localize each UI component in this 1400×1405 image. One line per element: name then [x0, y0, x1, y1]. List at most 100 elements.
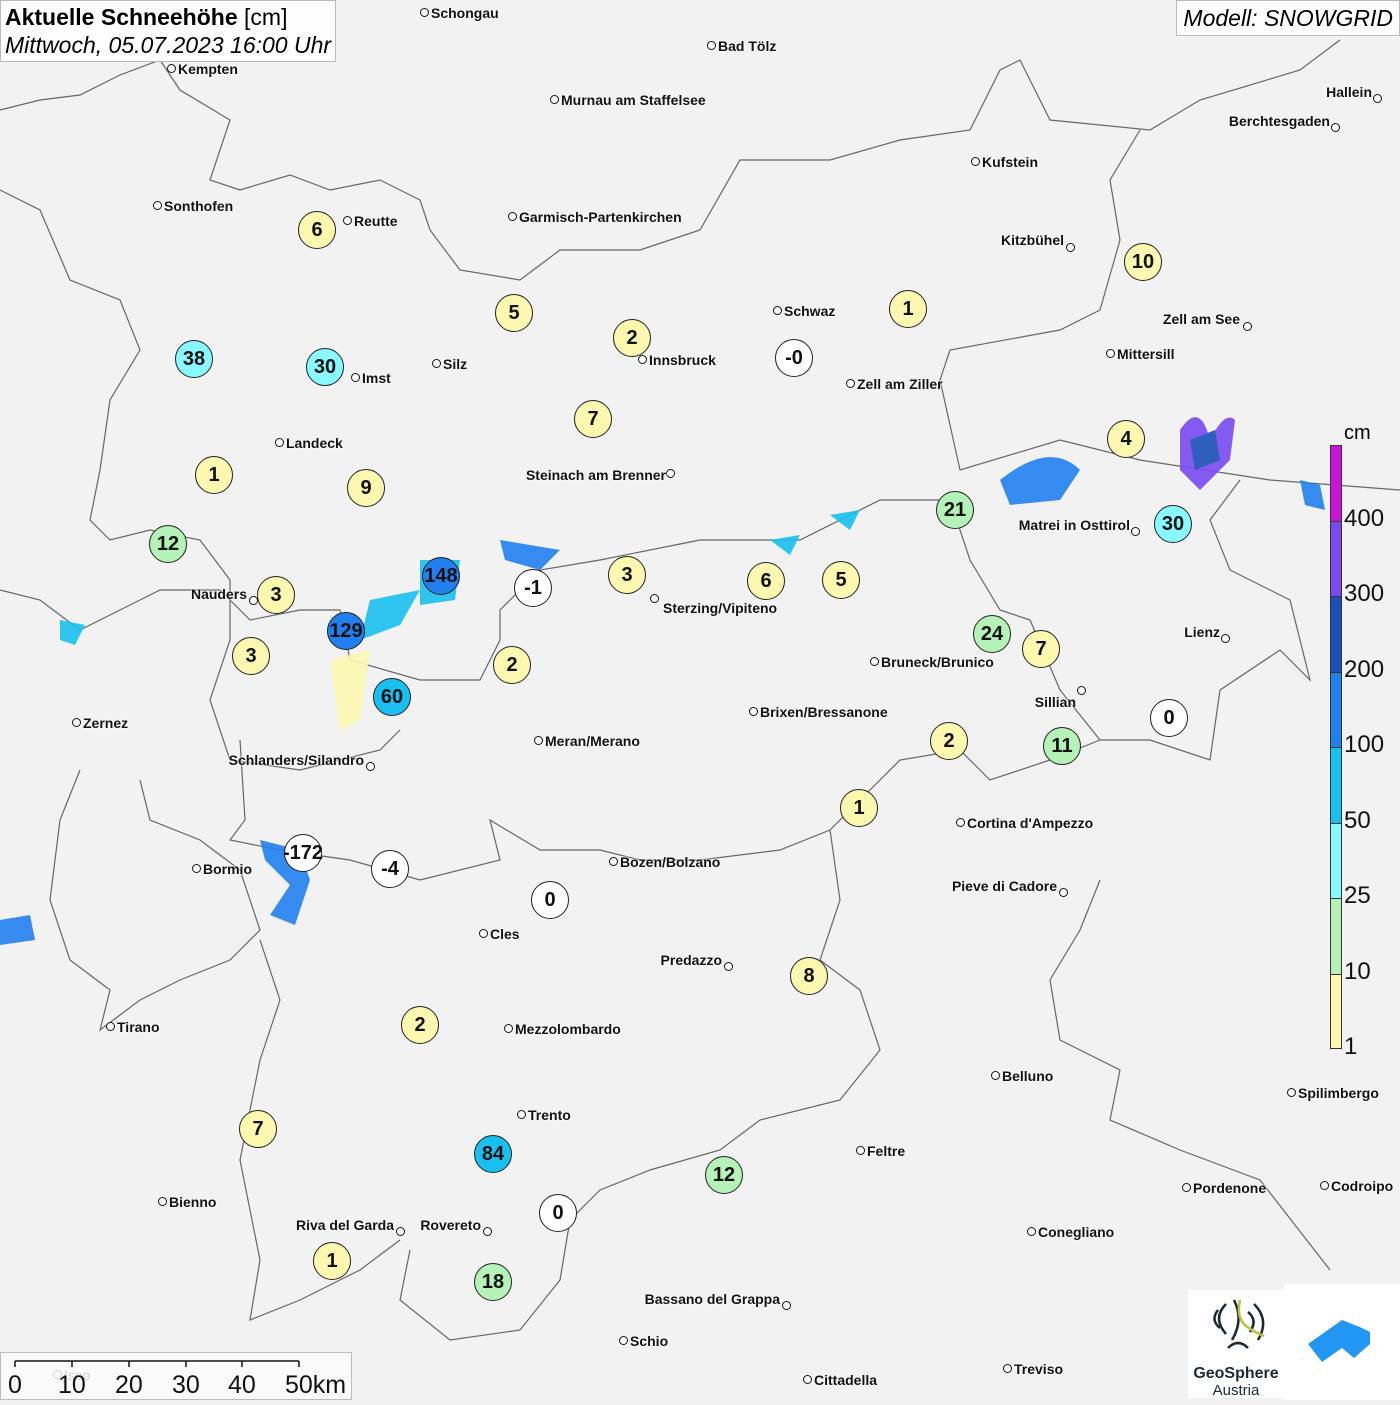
- city-label: Bad Tölz: [718, 38, 777, 54]
- city-marker-icon: [846, 379, 855, 388]
- station-marker[interactable]: 1: [313, 1242, 351, 1280]
- city-label: Tirano: [117, 1019, 160, 1035]
- city-label: Pieve di Cadore: [951, 878, 1057, 894]
- station-marker[interactable]: 0: [1150, 699, 1188, 737]
- city-label: Kempten: [178, 61, 238, 77]
- station-marker[interactable]: 24: [973, 615, 1011, 653]
- city-marker-icon: [1003, 1364, 1012, 1373]
- city-marker-icon: [638, 355, 647, 364]
- city-marker-icon: [707, 41, 716, 50]
- station-marker[interactable]: 12: [705, 1156, 743, 1194]
- legend-swatch: [1330, 520, 1342, 596]
- station-marker[interactable]: 9: [347, 469, 385, 507]
- city-label: Bormio: [203, 861, 252, 877]
- city-label: Schwaz: [784, 303, 836, 319]
- house-snow-icon: [1308, 1320, 1370, 1362]
- city-marker-icon: [609, 857, 618, 866]
- city-marker-icon: [158, 1197, 167, 1206]
- city-marker-icon: [153, 201, 162, 210]
- city-marker-icon: [1027, 1227, 1036, 1236]
- city-label: Cles: [490, 926, 520, 942]
- station-marker[interactable]: 7: [1022, 630, 1060, 668]
- station-marker[interactable]: 3: [232, 637, 270, 675]
- city-label: Garmisch-Partenkirchen: [519, 209, 682, 225]
- station-marker[interactable]: 38: [175, 340, 213, 378]
- station-marker[interactable]: -4: [371, 850, 409, 888]
- city-label: Bassano del Grappa: [644, 1291, 780, 1307]
- city-marker-icon: [534, 736, 543, 745]
- station-marker[interactable]: 5: [822, 561, 860, 599]
- station-marker[interactable]: 60: [373, 678, 411, 716]
- station-marker[interactable]: 2: [401, 1006, 439, 1044]
- station-marker[interactable]: 0: [539, 1194, 577, 1232]
- city-label: Predazzo: [660, 952, 722, 968]
- station-marker[interactable]: 8: [790, 957, 828, 995]
- city-label: Zell am See: [1162, 311, 1240, 327]
- legend-label: 300: [1344, 580, 1385, 607]
- station-marker[interactable]: 2: [930, 722, 968, 760]
- city-label: Nauders: [190, 586, 247, 602]
- station-marker[interactable]: 4: [1107, 420, 1145, 458]
- city-label: Treviso: [1014, 1361, 1064, 1377]
- city-label: Kufstein: [982, 154, 1038, 170]
- station-marker[interactable]: 3: [257, 576, 295, 614]
- station-marker[interactable]: 2: [493, 646, 531, 684]
- city-label: Matrei in Osttirol: [1018, 517, 1130, 533]
- title-text: Aktuelle Schneehöhe: [5, 4, 238, 30]
- station-marker[interactable]: 129: [327, 612, 365, 650]
- city-marker-icon: [508, 212, 517, 221]
- city-label: Steinach am Brenner: [525, 467, 666, 483]
- city-label: Brixen/Bressanone: [760, 704, 888, 720]
- station-marker[interactable]: 10: [1124, 243, 1162, 281]
- map-title: Aktuelle Schneehöhe [cm]: [5, 3, 331, 31]
- city-marker-icon: [650, 594, 659, 603]
- city-marker-icon: [396, 1227, 405, 1236]
- city-label: Feltre: [867, 1143, 906, 1159]
- geosphere-austria-logo[interactable]: GeoSphere Austria: [1188, 1290, 1284, 1399]
- station-marker[interactable]: 30: [306, 348, 344, 386]
- city-marker-icon: [72, 718, 81, 727]
- station-marker[interactable]: 84: [474, 1135, 512, 1173]
- station-marker[interactable]: 21: [936, 491, 974, 529]
- city-label: Silz: [443, 356, 468, 372]
- station-marker[interactable]: 6: [747, 562, 785, 600]
- station-marker[interactable]: 148: [422, 557, 460, 595]
- station-marker[interactable]: 11: [1043, 727, 1081, 765]
- station-marker[interactable]: 30: [1154, 505, 1192, 543]
- legend-label: 200: [1344, 655, 1385, 683]
- scale-bar: 0 10 20 30 40 50km: [0, 1352, 352, 1400]
- city-marker-icon: [275, 438, 284, 447]
- station-marker[interactable]: 0: [531, 881, 569, 919]
- station-marker[interactable]: 6: [298, 211, 336, 249]
- geosphere-line1: GeoSphere: [1193, 1365, 1279, 1382]
- legend-swatch: [1330, 822, 1342, 898]
- city-label: Murnau am Staffelsee: [561, 92, 706, 108]
- station-marker[interactable]: -1: [514, 569, 552, 607]
- station-marker[interactable]: 12: [149, 525, 187, 563]
- station-marker[interactable]: 18: [474, 1263, 512, 1301]
- station-marker[interactable]: 1: [889, 290, 927, 328]
- city-label: Pordenone: [1193, 1180, 1267, 1196]
- city-label: Schongau: [431, 5, 499, 21]
- station-marker[interactable]: 2: [613, 319, 651, 357]
- city-marker-icon: [1059, 888, 1068, 897]
- legend-swatch: [1330, 445, 1342, 521]
- station-marker[interactable]: 7: [574, 400, 612, 438]
- legend-label: 400: [1344, 504, 1385, 532]
- station-marker[interactable]: 3: [608, 556, 646, 594]
- snow-app-logo[interactable]: [1284, 1284, 1400, 1400]
- city-label: Landeck: [286, 435, 343, 451]
- city-label: Cortina d'Ampezzo: [967, 815, 1094, 831]
- city-marker-icon: [483, 1227, 492, 1236]
- scale-label: 40: [228, 1371, 256, 1399]
- city-marker-icon: [504, 1024, 513, 1033]
- scale-bar-line: [14, 1360, 300, 1367]
- station-marker[interactable]: -172: [283, 834, 323, 872]
- station-marker[interactable]: 5: [495, 294, 533, 332]
- station-marker[interactable]: -0: [775, 339, 813, 377]
- station-marker[interactable]: 1: [840, 789, 878, 827]
- station-marker[interactable]: 7: [239, 1110, 277, 1148]
- station-marker[interactable]: 1: [195, 456, 233, 494]
- city-marker-icon: [1106, 349, 1115, 358]
- map-title-box: Aktuelle Schneehöhe [cm] Mittwoch, 05.07…: [0, 0, 337, 62]
